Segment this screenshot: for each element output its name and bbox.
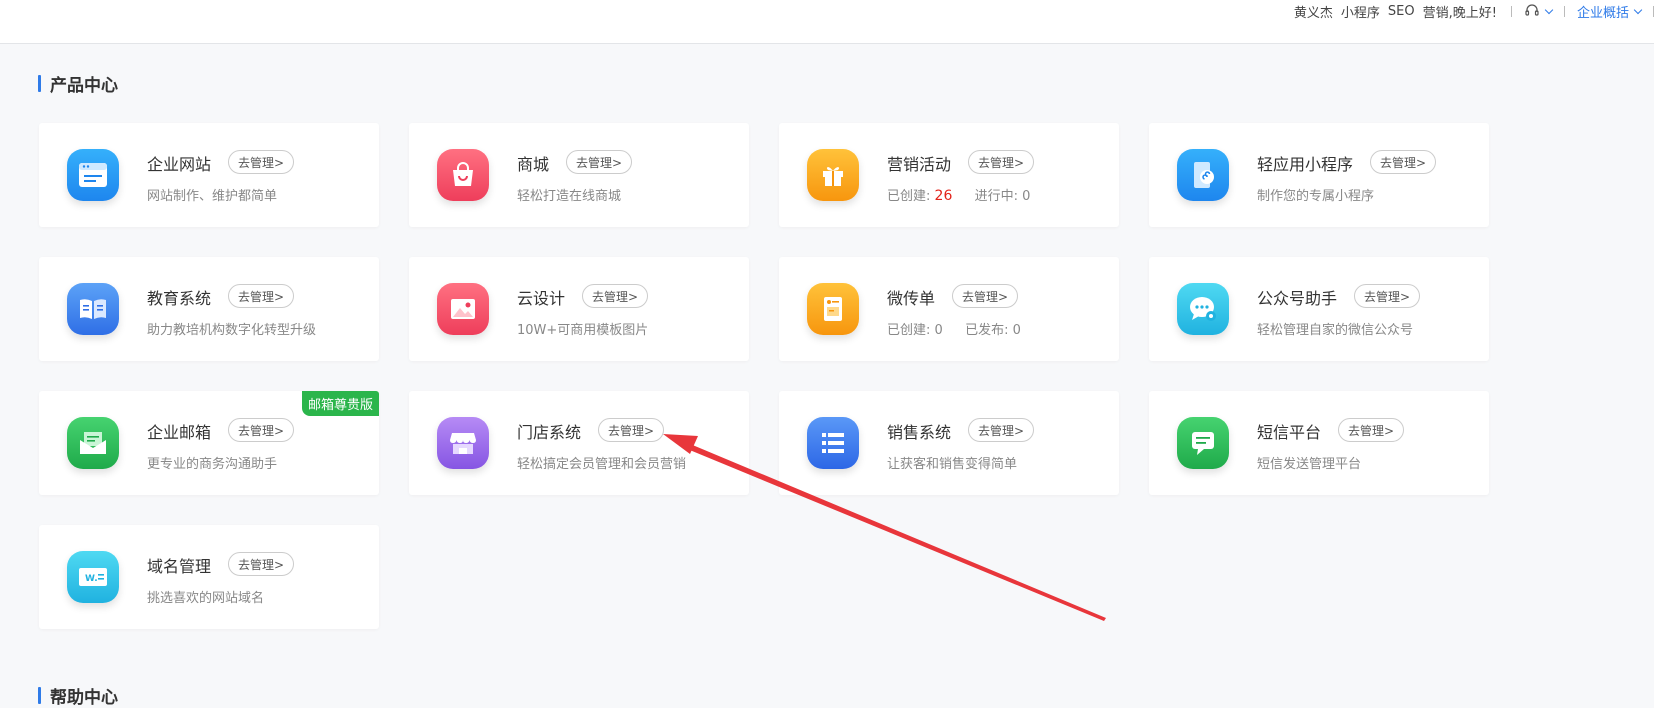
title-accent-bar [38, 687, 41, 704]
product-desc: 制作您的专属小程序 [1257, 189, 1375, 204]
image-icon [437, 283, 489, 335]
browser-icon [67, 149, 119, 201]
created-label: 已创建: [887, 323, 931, 338]
product-name: 短信平台 [1257, 423, 1322, 442]
product-name: 域名管理 [147, 557, 212, 576]
product-name: 企业邮箱 [147, 423, 212, 442]
help-center-title-text: 帮助中心 [50, 688, 118, 708]
chevron-down-icon [1544, 5, 1554, 14]
product-card-website[interactable]: 企业网站 去管理> 网站制作、维护都简单 [39, 123, 379, 227]
manage-button[interactable]: 去管理> [952, 284, 1019, 308]
product-name: 商城 [517, 155, 550, 174]
product-stats: 已创建: 26 进行中: 0 [887, 185, 1030, 204]
svg-text:W.: W. [85, 574, 98, 584]
product-desc: 短信发送管理平台 [1257, 457, 1362, 472]
flyer-icon [807, 283, 859, 335]
product-name: 云设计 [517, 289, 566, 308]
headset-icon [1525, 4, 1539, 16]
manage-button[interactable]: 去管理> [582, 284, 649, 308]
product-card-wechat-assistant[interactable]: 公众号助手 去管理> 轻松管理自家的微信公众号 [1149, 257, 1489, 361]
product-name: 教育系统 [147, 289, 212, 308]
wechat-bubble-gear-icon [1177, 283, 1229, 335]
store-icon [437, 417, 489, 469]
product-name: 销售系统 [887, 423, 952, 442]
product-name: 微传单 [887, 289, 936, 308]
created-count: 0 [934, 323, 943, 338]
published-count: 0 [1012, 323, 1021, 338]
title-accent-bar [38, 75, 41, 92]
product-card-mall[interactable]: 商城 去管理> 轻松打造在线商城 [409, 123, 749, 227]
product-card-miniprogram[interactable]: 轻应用小程序 去管理> 制作您的专属小程序 [1149, 123, 1489, 227]
shopping-bag-icon [437, 149, 489, 201]
premium-badge: 邮箱尊贵版 [301, 391, 379, 416]
manage-button[interactable]: 去管理> [228, 418, 295, 442]
product-card-domain[interactable]: W. 域名管理 去管理> 挑选喜欢的网站域名 [39, 525, 379, 629]
product-card-cloud-design[interactable]: 云设计 去管理> 10W+可商用模板图片 [409, 257, 749, 361]
manage-button[interactable]: 去管理> [566, 150, 633, 174]
product-card-store[interactable]: 门店系统 去管理> 轻松搞定会员管理和会员营销 [409, 391, 749, 495]
product-desc: 助力教培机构数字化转型升级 [147, 323, 317, 338]
mail-icon [67, 417, 119, 469]
manage-button[interactable]: 去管理> [968, 150, 1035, 174]
manage-button[interactable]: 去管理> [1354, 284, 1421, 308]
user-name: 黄义杰 [1293, 5, 1333, 21]
divider [1510, 5, 1512, 17]
manage-button[interactable]: 去管理> [228, 284, 295, 308]
chevron-down-icon [1633, 5, 1643, 14]
product-desc: 轻松管理自家的微信公众号 [1257, 323, 1414, 338]
product-center-title: 产品中心 [38, 71, 118, 96]
top-bar-right: 黄义杰 小程序 SEO 营销,晚上好! 企业概括 [1294, 0, 1654, 22]
seo-label: SEO [1387, 3, 1415, 19]
created-label: 已创建: [887, 189, 931, 204]
product-desc: 让获客和销售变得简单 [887, 457, 1018, 472]
created-count: 26 [934, 188, 953, 204]
product-desc: 轻松搞定会员管理和会员营销 [517, 457, 687, 472]
product-card-flyer[interactable]: 微传单 去管理> 已创建: 0 已发布: 0 [779, 257, 1119, 361]
product-name: 门店系统 [517, 423, 582, 442]
divider [1563, 5, 1565, 17]
manage-button[interactable]: 去管理> [228, 552, 295, 576]
overview-dropdown[interactable]: 企业概括 [1577, 2, 1647, 21]
product-card-sales[interactable]: 销售系统 去管理> 让获客和销售变得简单 [779, 391, 1119, 495]
product-stats: 已创建: 0 已发布: 0 [887, 319, 1021, 338]
product-center-title-text: 产品中心 [50, 76, 118, 96]
miniprogram-phone-icon [1177, 149, 1229, 201]
manage-button[interactable]: 去管理> [1370, 150, 1437, 174]
published-label: 已发布: [965, 323, 1009, 338]
product-card-marketing[interactable]: 营销活动 去管理> 已创建: 26 进行中: 0 [779, 123, 1119, 227]
product-name: 营销活动 [887, 155, 952, 174]
list-icon [807, 417, 859, 469]
running-label: 进行中: [974, 189, 1019, 204]
product-card-education[interactable]: 教育系统 去管理> 助力教培机构数字化转型升级 [39, 257, 379, 361]
product-name: 公众号助手 [1257, 289, 1338, 308]
manage-button[interactable]: 去管理> [968, 418, 1035, 442]
product-desc: 网站制作、维护都简单 [147, 189, 278, 204]
manage-button[interactable]: 去管理> [598, 418, 665, 442]
product-card-email[interactable]: 企业邮箱 去管理> 更专业的商务沟通助手 邮箱尊贵版 [39, 391, 379, 495]
gift-icon [807, 149, 859, 201]
product-desc: 10W+可商用模板图片 [517, 323, 649, 338]
running-count: 0 [1022, 189, 1031, 204]
miniapp-label: 小程序 [1340, 5, 1380, 21]
top-bar: 黄义杰 小程序 SEO 营销,晚上好! 企业概括 [0, 0, 1654, 44]
domain-icon: W. [67, 551, 119, 603]
sms-bubble-icon [1177, 417, 1229, 469]
support-dropdown[interactable] [1524, 3, 1558, 19]
manage-button[interactable]: 去管理> [1338, 418, 1405, 442]
greeting: 营销,晚上好! [1422, 5, 1497, 21]
product-desc: 更专业的商务沟通助手 [147, 457, 278, 472]
product-name: 轻应用小程序 [1257, 155, 1354, 174]
manage-button[interactable]: 去管理> [228, 150, 295, 174]
product-name: 企业网站 [147, 155, 212, 174]
product-desc: 挑选喜欢的网站域名 [147, 591, 265, 606]
product-desc: 轻松打造在线商城 [517, 189, 622, 204]
overview-label: 企业概括 [1576, 5, 1629, 21]
product-card-sms[interactable]: 短信平台 去管理> 短信发送管理平台 [1149, 391, 1489, 495]
book-icon [67, 283, 119, 335]
help-center-title: 帮助中心 [38, 683, 118, 708]
